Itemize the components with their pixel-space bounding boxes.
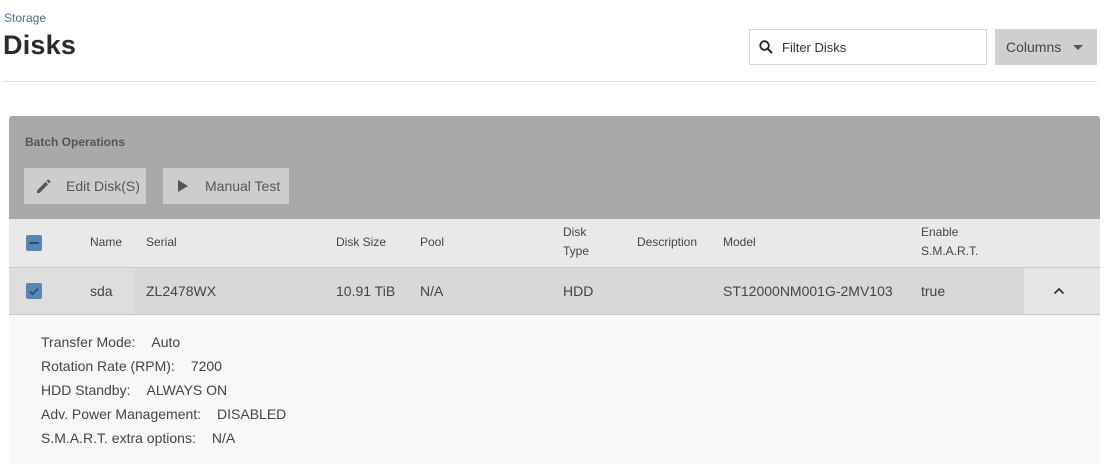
detail-label: HDD Standby: <box>41 382 131 398</box>
detail-power-management: Adv. Power Management: DISABLED <box>41 406 286 422</box>
header-serial[interactable]: Serial <box>146 233 177 252</box>
header-pool[interactable]: Pool <box>420 233 444 252</box>
header-disk-type-line1: Disk <box>563 225 587 239</box>
detail-label: S.M.A.R.T. extra options: <box>41 430 196 446</box>
batch-operations-title: Batch Operations <box>25 135 126 149</box>
header-disk-type[interactable]: Disk Type <box>563 223 589 261</box>
edit-disks-button[interactable]: Edit Disk(S) <box>24 168 146 204</box>
caret-down-icon <box>1073 44 1084 50</box>
header-enable-smart[interactable]: Enable S.M.A.R.T. <box>921 223 978 261</box>
header-disk-type-line2: Type <box>563 244 590 258</box>
header-enable-smart-line1: Enable <box>921 225 959 239</box>
detail-value: ALWAYS ON <box>146 382 228 398</box>
cell-model: ST12000NM001G-2MV103 <box>723 283 893 299</box>
cell-disk-size: 10.91 TiB <box>336 283 396 299</box>
detail-value: 7200 <box>190 358 222 374</box>
page-title: Disks <box>3 30 77 60</box>
header-name[interactable]: Name <box>90 233 122 252</box>
disks-table-card: Batch Operations Edit Disk(S) Manual Tes… <box>9 116 1100 464</box>
detail-value: DISABLED <box>217 406 287 422</box>
search-icon <box>758 39 774 55</box>
table-row[interactable]: sda ZL2478WX 10.91 TiB N/A HDD ST12000NM… <box>9 267 1100 315</box>
filter-disks-field[interactable] <box>749 29 987 65</box>
detail-label: Rotation Rate (RPM): <box>41 358 175 374</box>
table-header: Name Serial Disk Size Pool Disk Type Des… <box>9 219 1100 267</box>
detail-rotation-rate: Rotation Rate (RPM): 7200 <box>41 358 222 374</box>
detail-label: Adv. Power Management: <box>41 406 202 422</box>
header-divider <box>3 81 1097 82</box>
batch-operations-bar: Batch Operations Edit Disk(S) Manual Tes… <box>9 116 1100 219</box>
header-enable-smart-line2: S.M.A.R.T. <box>921 244 979 258</box>
select-all-checkbox[interactable] <box>26 235 42 251</box>
cell-serial: ZL2478WX <box>146 283 217 299</box>
chevron-up-icon[interactable] <box>1052 284 1066 298</box>
detail-value: N/A <box>211 430 236 446</box>
pencil-icon <box>34 176 54 196</box>
row-checkbox[interactable] <box>26 283 42 299</box>
cell-name: sda <box>90 283 113 299</box>
breadcrumb-storage[interactable]: Storage <box>4 11 46 25</box>
manual-test-label: Manual Test <box>205 178 281 194</box>
edit-disks-label: Edit Disk(S) <box>66 178 140 194</box>
detail-hdd-standby: HDD Standby: ALWAYS ON <box>41 382 227 398</box>
cell-disk-type: HDD <box>563 283 594 299</box>
columns-button[interactable]: Columns <box>995 29 1097 65</box>
columns-button-label: Columns <box>1006 39 1062 55</box>
detail-smart-options: S.M.A.R.T. extra options: N/A <box>41 430 235 446</box>
header-model[interactable]: Model <box>723 233 756 252</box>
header-disk-size[interactable]: Disk Size <box>336 233 386 252</box>
header-description[interactable]: Description <box>637 233 697 252</box>
detail-value: Auto <box>151 334 181 350</box>
filter-disks-input[interactable] <box>782 39 972 55</box>
cell-pool: N/A <box>420 283 444 299</box>
play-icon <box>173 176 193 196</box>
detail-label: Transfer Mode: <box>41 334 136 350</box>
detail-transfer-mode: Transfer Mode: Auto <box>41 334 180 350</box>
checkmark-icon <box>29 287 39 296</box>
manual-test-button[interactable]: Manual Test <box>163 168 289 204</box>
cell-enable-smart: true <box>921 283 946 299</box>
indeterminate-dash-icon <box>29 242 39 244</box>
